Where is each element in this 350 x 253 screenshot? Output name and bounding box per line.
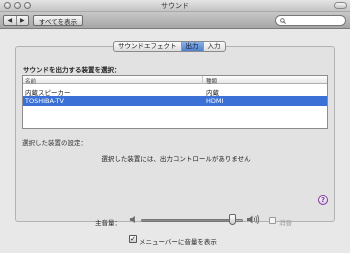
chevron-right-icon: ▶	[19, 17, 25, 24]
forward-button[interactable]: ▶	[15, 16, 29, 25]
show-volume-in-menubar-checkbox[interactable]: ✓	[129, 235, 137, 243]
tab-input[interactable]: 入力	[202, 42, 225, 51]
column-divider	[202, 76, 203, 84]
no-controls-notice: 選択した装置には、出力コントロールがありません	[101, 155, 251, 163]
table-row[interactable]: 内蔵スピーカー 内蔵	[23, 86, 327, 97]
device-settings-label: 選択した装置の設定：	[22, 139, 87, 147]
volume-slider-fill	[142, 220, 232, 221]
toolbar-toggle-button[interactable]	[334, 2, 347, 9]
help-button[interactable]: ?	[318, 195, 328, 205]
window-title: サウンド	[161, 2, 189, 10]
show-all-button[interactable]: すべてを表示	[33, 15, 83, 26]
device-name: TOSHIBA-TV	[25, 97, 64, 105]
tab-bar: サウンドエフェクト 出力 入力	[113, 41, 226, 52]
back-button[interactable]: ◀	[4, 16, 16, 25]
question-mark-icon: ?	[320, 196, 326, 204]
chevron-left-icon: ◀	[7, 17, 13, 24]
sound-preferences-window: サウンド ◀ ▶ すべてを表示 サウンドエフェクト 出力 入力 サウンドを出力す…	[0, 0, 350, 253]
show-volume-in-menubar-label: メニューバーに音量を表示	[139, 238, 217, 246]
mute-checkbox[interactable]	[269, 217, 276, 224]
tab-sound-effects[interactable]: サウンドエフェクト	[114, 42, 181, 51]
output-panel: サウンドを出力する装置を選択： 名前 種類 内蔵スピーカー 内蔵 TOSHIBA…	[15, 46, 335, 222]
volume-slider[interactable]	[141, 219, 243, 222]
column-header-type[interactable]: 種類	[206, 77, 217, 85]
device-type: HDMI	[206, 97, 224, 105]
search-input[interactable]	[275, 15, 346, 26]
speaker-low-icon	[129, 215, 135, 224]
tab-output[interactable]: 出力	[180, 42, 203, 51]
search-icon	[280, 18, 286, 24]
column-header-name[interactable]: 名前	[25, 77, 36, 85]
volume-slider-knob[interactable]	[229, 214, 236, 225]
title-bar: サウンド	[0, 0, 350, 12]
output-volume-label: 主音量：	[95, 219, 121, 227]
mute-label: 消音	[279, 219, 292, 227]
table-row[interactable]: TOSHIBA-TV HDMI	[23, 96, 327, 106]
device-list-header: 名前 種類	[23, 76, 327, 85]
speaker-high-icon	[247, 214, 260, 225]
toolbar: ◀ ▶ すべてを表示	[0, 12, 350, 29]
device-list[interactable]: 名前 種類 内蔵スピーカー 内蔵 TOSHIBA-TV HDMI	[22, 75, 328, 129]
nav-buttons: ◀ ▶	[3, 15, 29, 26]
checkmark-icon: ✓	[130, 235, 136, 243]
output-device-heading: サウンドを出力する装置を選択：	[23, 66, 121, 74]
